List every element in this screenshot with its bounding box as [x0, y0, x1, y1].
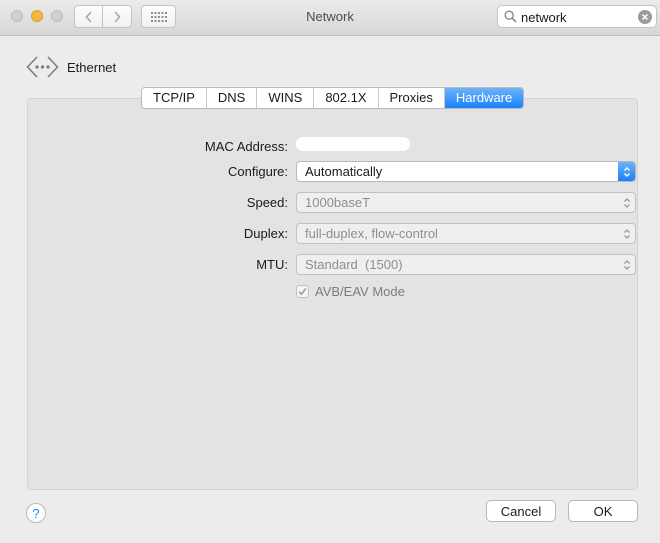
- interface-name: Ethernet: [67, 59, 117, 75]
- tab-tcpip[interactable]: TCP/IP: [142, 88, 207, 108]
- tab-dns[interactable]: DNS: [206, 88, 258, 108]
- search-icon: [504, 10, 517, 23]
- select-arrows-icon: [618, 162, 635, 181]
- select-arrows-icon: [618, 255, 635, 274]
- avb-eav-label: AVB/EAV Mode: [315, 283, 405, 299]
- speed-label: Speed:: [246, 195, 288, 210]
- duplex-row: Duplex: full-duplex, flow-control: [28, 223, 639, 245]
- configure-row: Configure: Automatically: [28, 161, 639, 183]
- mtu-label: MTU:: [256, 257, 288, 272]
- search-field[interactable]: network: [497, 5, 657, 28]
- speed-row: Speed: 1000baseT: [28, 192, 639, 214]
- tab-8021x[interactable]: 802.1X: [314, 88, 379, 108]
- network-window: Network network Ethernet TCP/IP DNS WINS…: [0, 0, 660, 543]
- mtu-value: Standard (1500): [305, 257, 403, 272]
- speed-select[interactable]: 1000baseT: [296, 192, 636, 213]
- duplex-value: full-duplex, flow-control: [305, 226, 438, 241]
- checkmark-icon: [298, 287, 307, 295]
- ethernet-icon: [26, 56, 59, 78]
- mtu-row: MTU: Standard (1500): [28, 254, 639, 276]
- ok-button[interactable]: OK: [568, 500, 638, 522]
- title-bar: Network network: [0, 0, 660, 36]
- tab-hardware[interactable]: Hardware: [444, 88, 524, 108]
- clear-search-icon[interactable]: [638, 10, 652, 24]
- configure-select[interactable]: Automatically: [296, 161, 636, 182]
- duplex-label: Duplex:: [243, 226, 288, 241]
- speed-value: 1000baseT: [305, 195, 371, 210]
- hardware-panel: MAC Address: Configure: Automatically Sp…: [27, 98, 638, 490]
- duplex-select[interactable]: full-duplex, flow-control: [296, 223, 636, 244]
- tab-wins[interactable]: WINS: [257, 88, 315, 108]
- content-area: Ethernet TCP/IP DNS WINS 802.1X Proxies …: [7, 36, 659, 541]
- mac-address-row: MAC Address:: [28, 136, 639, 158]
- help-button[interactable]: ?: [26, 503, 46, 523]
- mac-address-label: MAC Address:: [204, 139, 288, 154]
- avb-eav-checkbox[interactable]: [296, 284, 309, 298]
- select-arrows-icon: [618, 193, 635, 212]
- mtu-select[interactable]: Standard (1500): [296, 254, 636, 275]
- select-arrows-icon: [618, 224, 635, 243]
- avb-eav-row: AVB/EAV Mode: [296, 282, 496, 300]
- interface-header: Ethernet: [26, 55, 116, 79]
- configure-label: Configure:: [228, 164, 288, 179]
- search-input[interactable]: network: [521, 10, 567, 25]
- mac-address-value-redacted: [296, 137, 410, 151]
- tab-proxies[interactable]: Proxies: [378, 88, 445, 108]
- cancel-button[interactable]: Cancel: [486, 500, 556, 522]
- tab-bar: TCP/IP DNS WINS 802.1X Proxies Hardware: [141, 87, 525, 109]
- configure-value: Automatically: [305, 164, 383, 179]
